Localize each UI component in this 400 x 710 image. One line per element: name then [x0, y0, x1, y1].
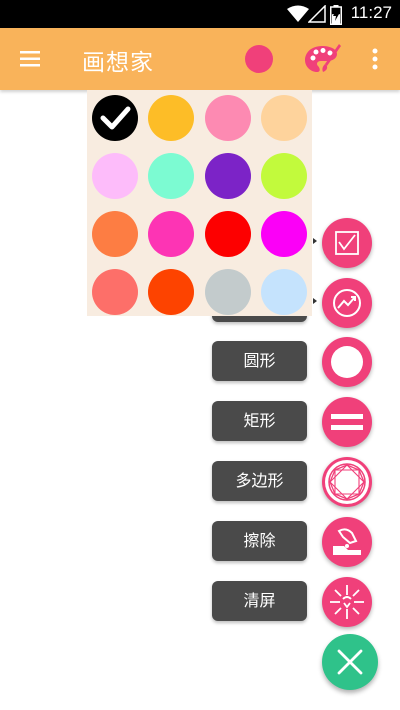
curve-tool-button[interactable]	[322, 278, 372, 328]
app-title: 画想家	[82, 50, 154, 76]
label-pointer	[313, 298, 317, 304]
battery-icon	[330, 5, 342, 25]
color-swatch[interactable]	[92, 211, 138, 257]
color-swatch[interactable]	[148, 95, 195, 141]
color-swatch[interactable]	[260, 95, 307, 141]
color-swatch[interactable]	[92, 153, 138, 199]
line-chart-icon	[335, 231, 359, 255]
color-swatch[interactable]	[204, 95, 251, 141]
more-options-icon[interactable]	[368, 46, 382, 72]
color-swatch[interactable]	[204, 153, 251, 199]
color-swatch[interactable]	[148, 211, 195, 257]
app-bar: 画想家	[0, 28, 400, 90]
color-swatch[interactable]	[204, 211, 251, 257]
color-swatch[interactable]	[92, 95, 138, 141]
color-swatch[interactable]	[260, 211, 307, 257]
polygon-tool-label[interactable]: 多边形	[212, 461, 307, 501]
rectangle-tool-button[interactable]	[322, 397, 372, 447]
checkmark-icon	[100, 106, 131, 130]
close-icon	[337, 649, 363, 675]
circle-tool-button[interactable]	[322, 337, 372, 387]
eraser-tool-button[interactable]	[322, 517, 372, 567]
rectangle-tool-label[interactable]: 矩形	[212, 401, 307, 441]
color-swatch[interactable]	[148, 153, 195, 199]
color-swatch[interactable]	[92, 269, 138, 315]
wifi-icon	[287, 5, 309, 22]
circle-tool-label[interactable]: 圆形	[212, 341, 307, 381]
color-swatch[interactable]	[260, 153, 307, 199]
status-time: 11:27	[350, 3, 392, 22]
status-bar: 11:27	[0, 0, 400, 28]
circle-outline-icon	[331, 346, 363, 378]
signal-icon	[308, 5, 326, 23]
color-swatch[interactable]	[148, 269, 195, 315]
clear-screen-icon	[330, 585, 364, 619]
eraser-icon	[333, 528, 361, 555]
color-swatch[interactable]	[204, 269, 251, 315]
color-swatch[interactable]	[260, 269, 307, 315]
rectangle-icon	[331, 414, 363, 430]
trend-icon	[333, 289, 361, 317]
clear-screen-tool-button[interactable]	[322, 577, 372, 627]
label-pointer	[313, 238, 317, 244]
eraser-tool-label[interactable]: 擦除	[212, 521, 307, 561]
line-tool-button[interactable]	[322, 218, 372, 268]
color-palette-panel	[87, 90, 312, 316]
clear-screen-tool-label[interactable]: 清屏	[212, 581, 307, 621]
palette-icon[interactable]	[303, 42, 341, 76]
close-fab-button[interactable]	[322, 634, 378, 690]
polygon-tool-button[interactable]	[322, 457, 372, 507]
menu-icon[interactable]	[18, 48, 44, 70]
screen: 11:27 画想家 圆形 矩形 多边形 擦除 清屏	[0, 0, 400, 710]
polygon-icon	[325, 460, 369, 504]
current-color-button[interactable]	[245, 45, 273, 73]
